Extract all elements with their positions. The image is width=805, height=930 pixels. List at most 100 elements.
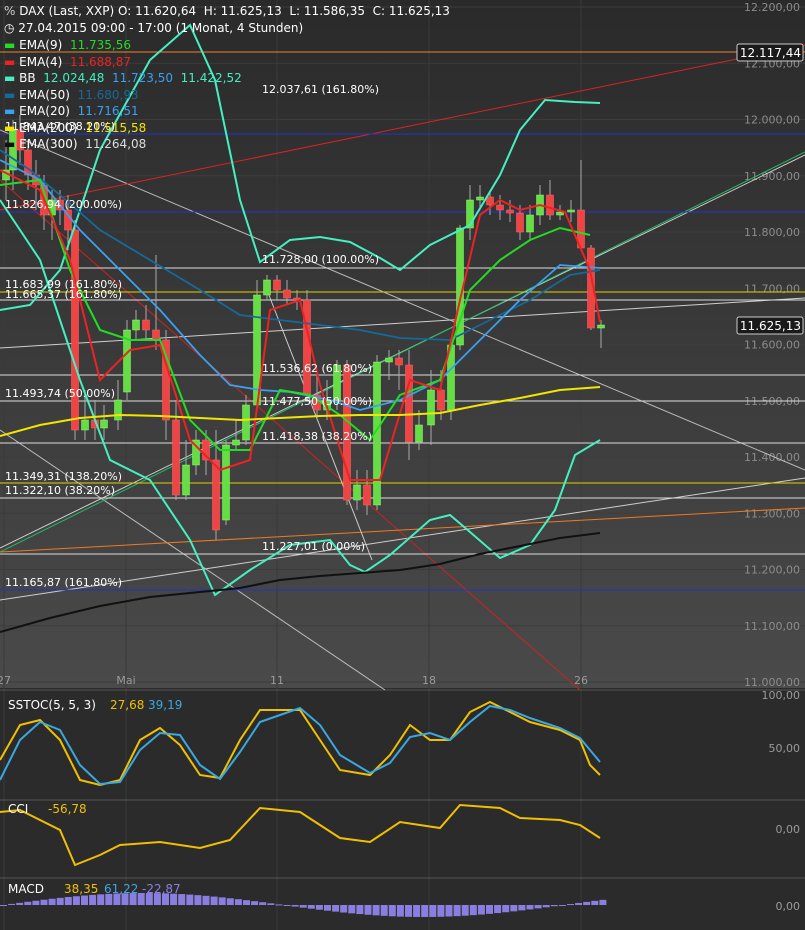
- candle-body: [212, 459, 220, 531]
- legend-row[interactable]: ▬ EMA(9) 11.735,56: [4, 38, 131, 52]
- macd-bar: [461, 905, 469, 916]
- fib-level-label: 11.728,00 (100.00%): [262, 253, 379, 266]
- candle-body: [100, 419, 108, 429]
- macd-bar: [575, 902, 583, 905]
- macd-bar: [599, 899, 607, 905]
- fib-level-label: 11.322,10 (38.20%): [5, 484, 115, 497]
- macd-label: MACD: [8, 882, 44, 896]
- macd-bar: [413, 905, 421, 917]
- y-tick-label: 12.200,00: [744, 1, 800, 14]
- candle-body: [405, 364, 413, 443]
- macd-bar: [194, 895, 202, 905]
- macd-bar: [332, 905, 340, 912]
- macd-bar: [453, 905, 461, 917]
- macd-bar: [324, 905, 331, 911]
- legend-row[interactable]: ▬ BB 12.024,48 11.723,50 11.422,52: [4, 71, 242, 85]
- candle-body: [172, 419, 180, 496]
- macd-bar: [291, 905, 299, 907]
- chart-icon: %: [4, 4, 20, 18]
- macd-bar: [388, 905, 396, 917]
- legend-swatch-icon: ▬: [4, 54, 20, 69]
- macd-value-3: -22,87: [142, 882, 181, 896]
- macd-bar: [186, 894, 194, 905]
- macd-bar: [81, 895, 88, 905]
- legend-value: 11.716,51: [69, 104, 139, 118]
- candle-body: [222, 444, 230, 521]
- macd-bar: [591, 900, 599, 905]
- candle-body: [415, 424, 423, 443]
- fib-level-label: 11.227,01 (0.00%): [262, 540, 365, 553]
- macd-bar: [445, 905, 453, 917]
- legend-value: 11.735,56: [62, 38, 132, 52]
- legend-label: EMA(300): [19, 137, 78, 151]
- macd-bar: [421, 905, 429, 917]
- y-tick-label: 11.100,00: [744, 620, 800, 633]
- candle-body: [242, 404, 250, 441]
- legend-row[interactable]: ▬ EMA(20) 11.716,51: [4, 104, 139, 118]
- sstoc-tick: 100,00: [762, 689, 801, 702]
- macd-bar: [348, 905, 356, 914]
- y-tick-label: 11.400,00: [744, 451, 800, 464]
- candle-body: [567, 209, 575, 213]
- candle-body: [506, 209, 514, 214]
- candle-body: [114, 399, 122, 421]
- legend-row[interactable]: ▬ EMA(300) 11.264,08: [4, 137, 146, 151]
- macd-bar: [356, 905, 364, 915]
- macd-bar: [202, 895, 210, 905]
- candle-body: [556, 211, 564, 216]
- candle-body: [182, 464, 190, 496]
- macd-bar: [372, 905, 380, 916]
- x-tick-label: Mai: [116, 674, 135, 687]
- legend-value: 11.723,50: [104, 71, 174, 85]
- cci-tick: 0,00: [776, 823, 801, 836]
- x-tick-label: 18: [422, 674, 436, 687]
- candle-body: [303, 299, 311, 396]
- legend-row[interactable]: ▬ EMA(50) 11.680,93: [4, 88, 139, 102]
- macd-bar: [218, 897, 226, 905]
- candle-body: [152, 329, 160, 341]
- y-tick-label: 11.200,00: [744, 564, 800, 577]
- legend-label: EMA(50): [19, 87, 70, 102]
- macd-value-1: 38,35: [64, 882, 98, 896]
- legend-value: 12.024,48: [35, 71, 105, 85]
- period-label: 27.04.2015 09:00 - 17:00 (1 Monat, 4 Stu…: [18, 21, 304, 35]
- legend-row[interactable]: ▬ EMA(200) 11.515,58: [4, 121, 146, 135]
- y-tick-label: 12.000,00: [744, 114, 800, 127]
- legend-value: 11.688,87: [62, 54, 132, 69]
- macd-bar: [226, 898, 234, 905]
- header-period: ◷ 27.04.2015 09:00 - 17:00 (1 Monat, 4 S…: [4, 21, 303, 35]
- ohlc-values: O: 11.620,64 H: 11.625,13 L: 11.586,35 C…: [118, 4, 450, 18]
- candle-body: [81, 419, 89, 431]
- candle-body: [232, 439, 240, 446]
- candle-body: [263, 279, 271, 296]
- candle-body: [132, 319, 140, 331]
- macd-bar: [0, 905, 7, 906]
- macd-bar: [542, 905, 550, 908]
- candle-body: [283, 289, 291, 299]
- macd-bar: [72, 896, 80, 905]
- macd-bar: [534, 905, 542, 909]
- macd-bar: [477, 905, 485, 915]
- macd-bar: [283, 905, 291, 906]
- macd-bar: [494, 905, 502, 914]
- x-tick-label: 26: [574, 674, 588, 687]
- legend-swatch-icon: ▬: [4, 38, 20, 52]
- legend-row[interactable]: ▬ EMA(4) 11.688,87: [4, 55, 131, 69]
- macd-bar: [380, 905, 388, 916]
- candle-body: [353, 484, 361, 501]
- candle-body: [395, 357, 403, 366]
- last-price-label: 11.625,13: [740, 319, 801, 333]
- macd-tick: 0,00: [776, 900, 801, 913]
- macd-bar: [567, 904, 574, 906]
- candle-body: [516, 212, 524, 233]
- legend-swatch-icon: ▬: [4, 120, 20, 135]
- header-symbol: % DAX (Last, XXP) O: 11.620,64 H: 11.625…: [4, 4, 450, 18]
- macd-bar: [396, 905, 404, 917]
- fib-level-label: 11.493,74 (50.00%): [5, 387, 115, 400]
- legend-swatch-icon: ▬: [4, 104, 20, 118]
- chart-window: 12.200,00 12.100,00 12.000,00 11.900,00 11.8…: [0, 0, 805, 930]
- legend-swatch-icon: ▬: [4, 137, 20, 151]
- macd-bar: [437, 905, 445, 917]
- candle-body: [273, 279, 281, 291]
- fib-level-label: 11.826,94 (200.00%): [5, 198, 122, 211]
